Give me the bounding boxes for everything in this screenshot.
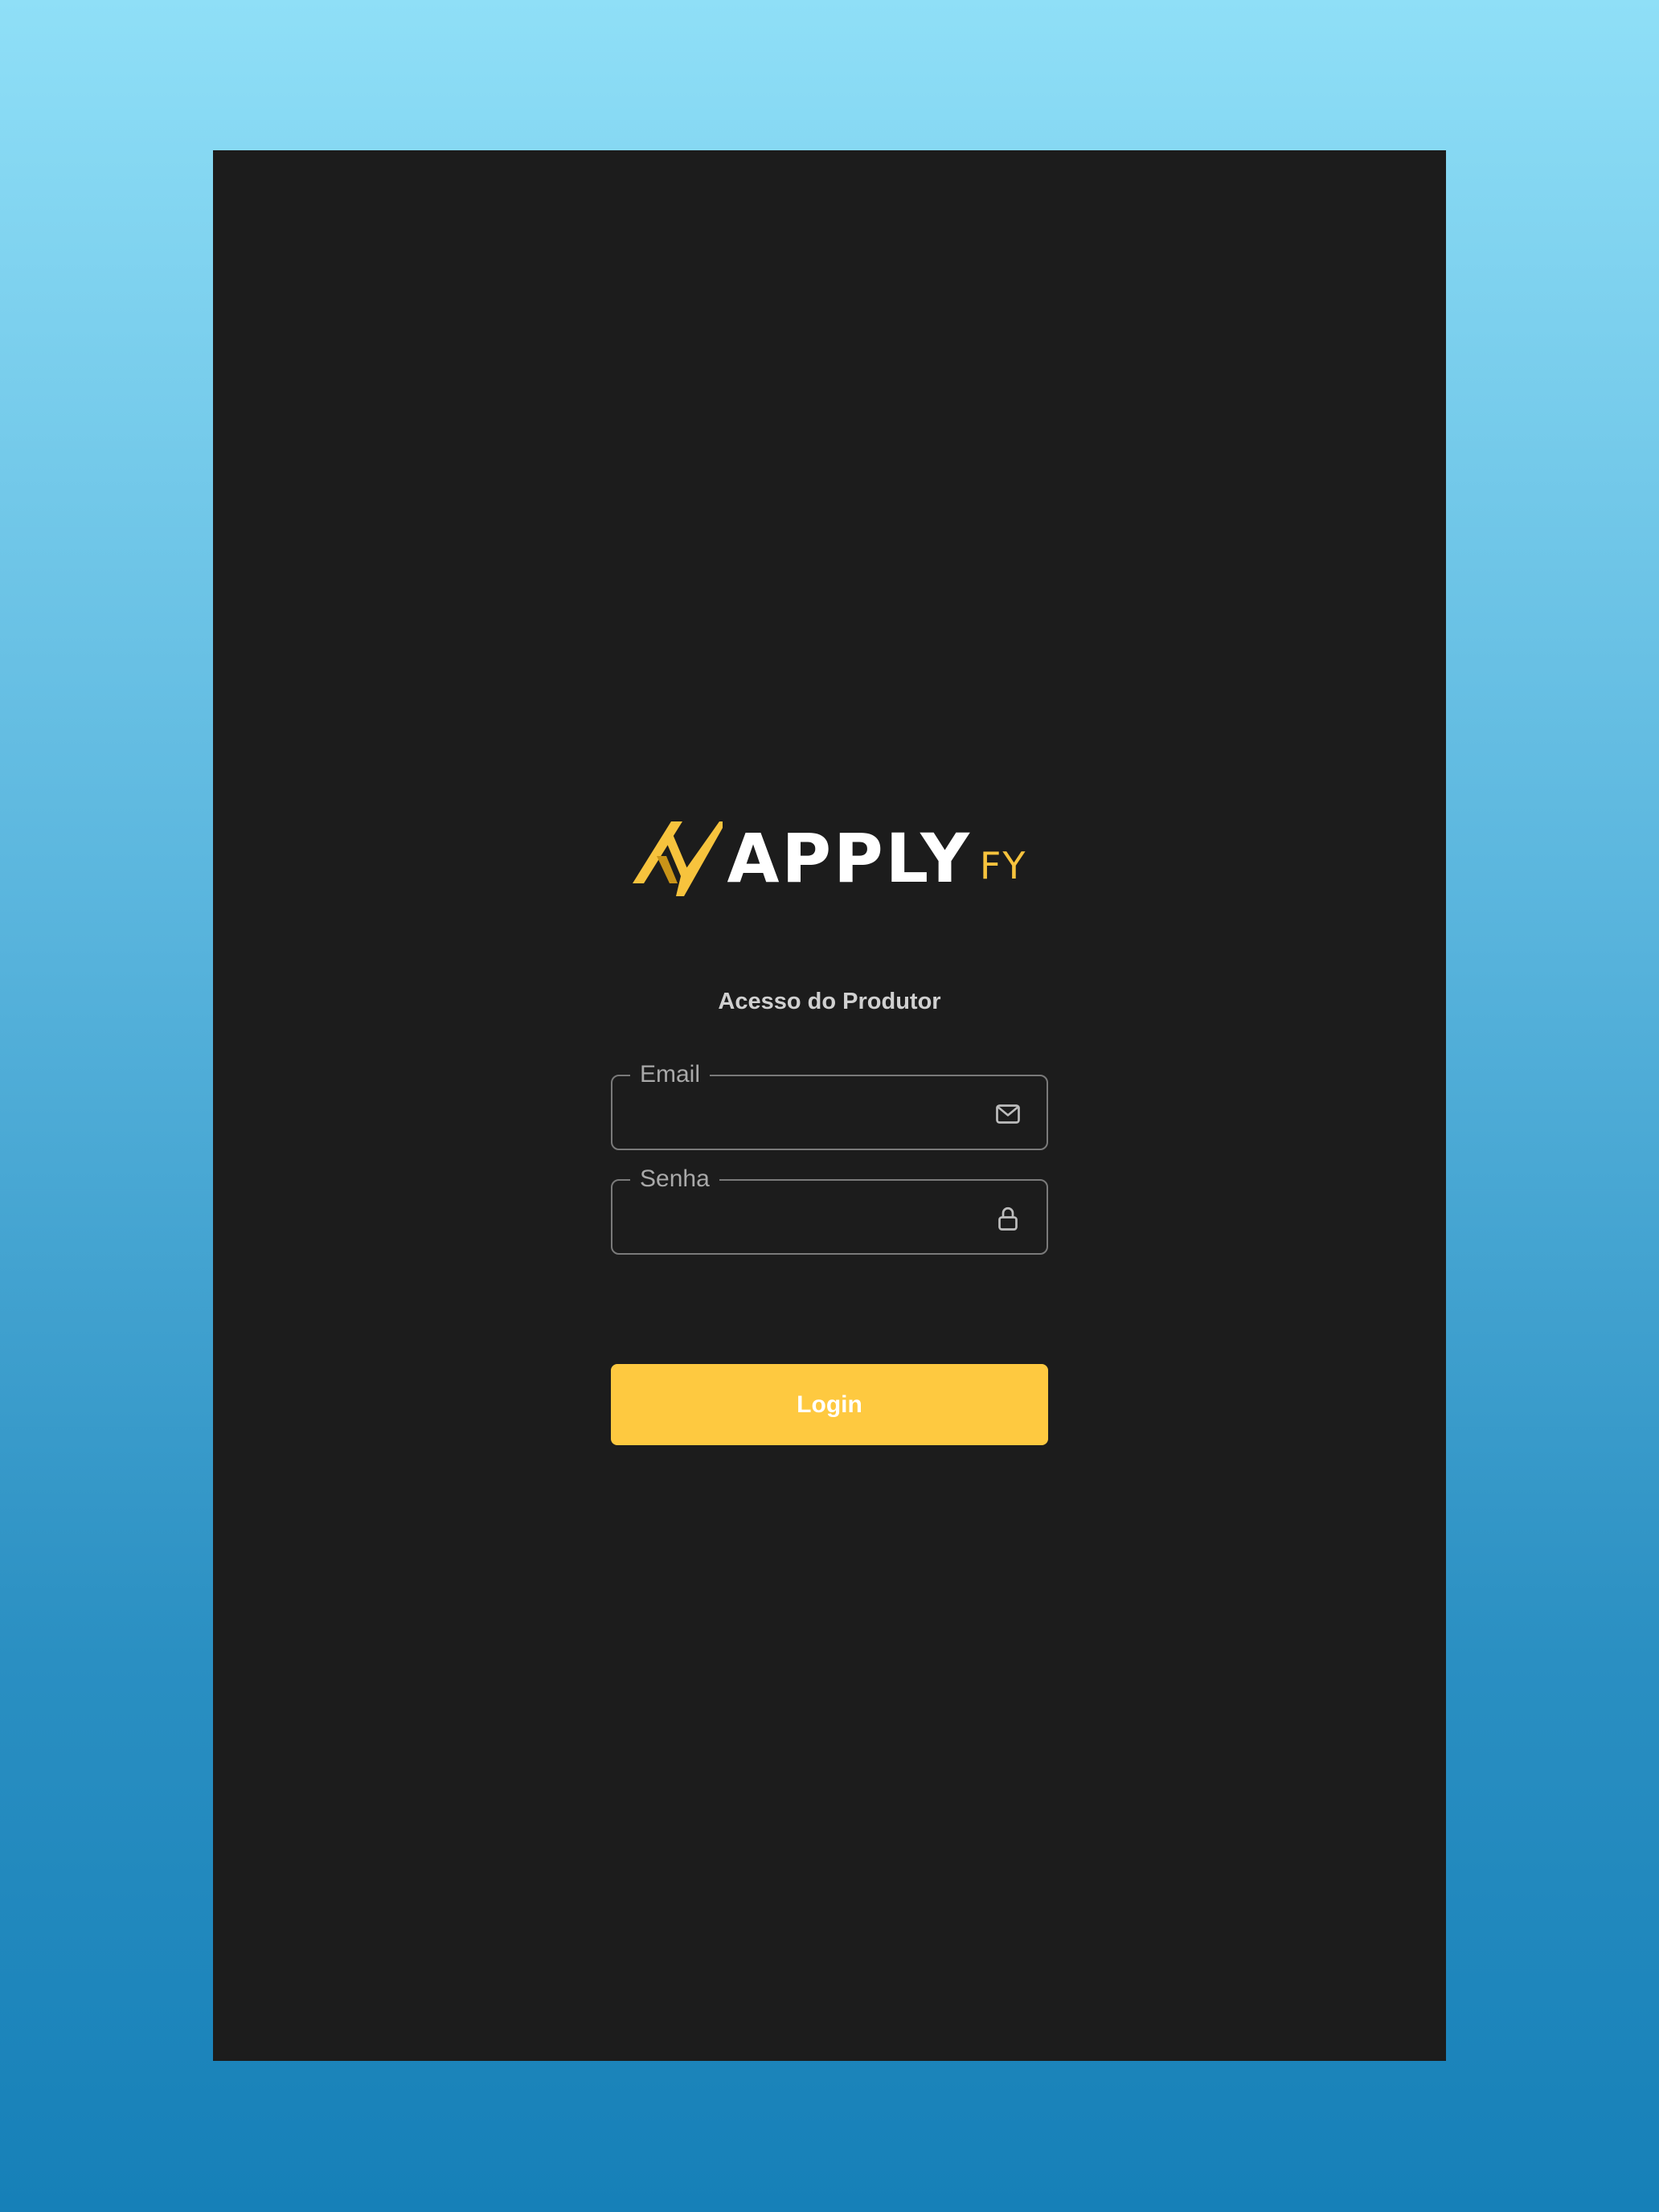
email-field[interactable]: Email: [611, 1059, 1048, 1150]
brand-logo: APPLY FY: [213, 813, 1446, 902]
password-field[interactable]: Senha: [611, 1163, 1048, 1255]
lock-icon: [998, 1206, 1018, 1231]
email-field-label: Email: [630, 1059, 711, 1091]
password-field-label: Senha: [630, 1163, 719, 1195]
password-input[interactable]: [629, 1197, 969, 1242]
login-title: Acesso do Produtor: [718, 989, 941, 1014]
brand-name: APPLY: [727, 819, 972, 898]
brand-suffix: FY: [979, 844, 1027, 887]
email-input[interactable]: [629, 1092, 969, 1137]
mail-icon: [996, 1104, 1020, 1124]
lightning-n-logo-icon: [632, 821, 723, 896]
login-button[interactable]: Login: [611, 1364, 1048, 1445]
app-window: APPLY FY Acesso do Produtor Email Senha …: [213, 150, 1446, 2061]
